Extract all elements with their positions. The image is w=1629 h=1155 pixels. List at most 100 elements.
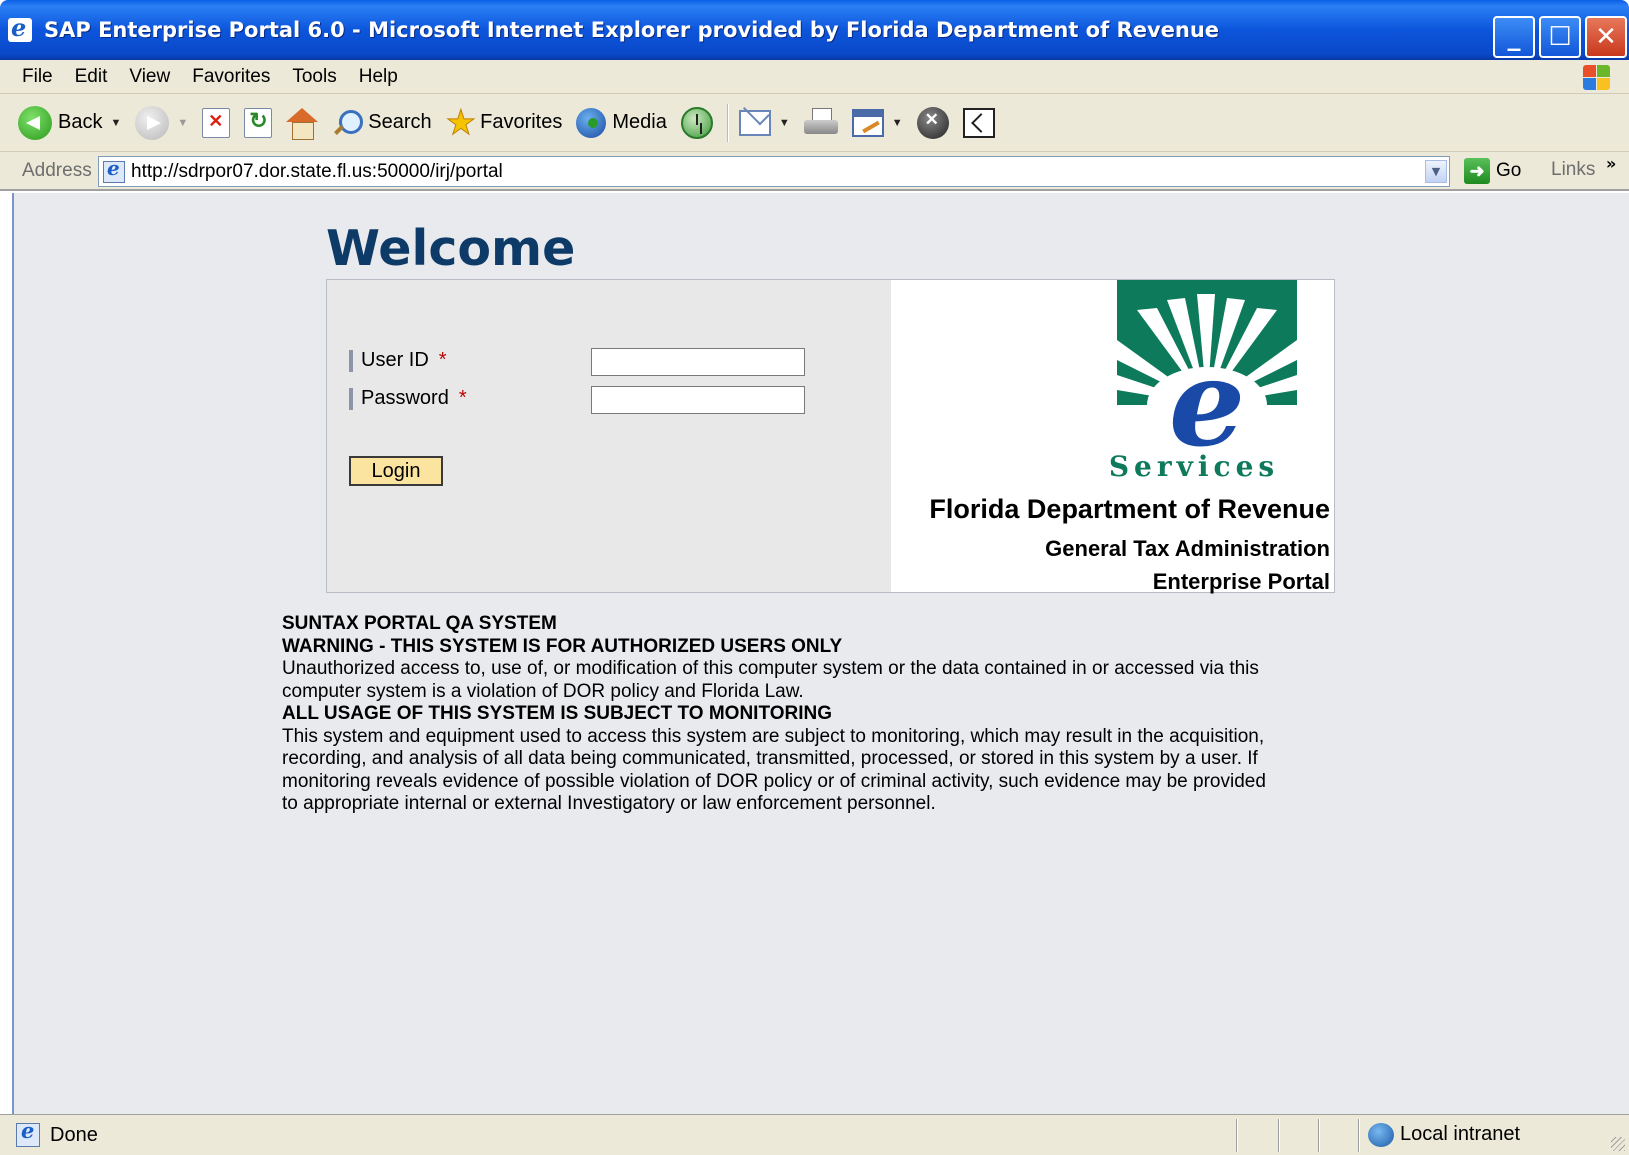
menu-favorites[interactable]: Favorites: [181, 66, 281, 88]
search-label: Search: [368, 111, 432, 133]
status-separator: [1278, 1119, 1280, 1152]
login-form: User ID * Password * Login: [327, 280, 891, 592]
go-button[interactable]: ➜ Go: [1464, 158, 1521, 184]
system-name: SUNTAX PORTAL QA SYSTEM: [282, 613, 557, 634]
home-button[interactable]: [286, 107, 319, 140]
address-input[interactable]: http://sdrpor07.dor.state.fl.us:50000/ir…: [98, 156, 1450, 187]
favorites-label: Favorites: [480, 111, 563, 133]
history-button[interactable]: [680, 106, 713, 139]
menu-help[interactable]: Help: [348, 66, 409, 88]
stop-icon: [202, 107, 231, 138]
address-bar: Address http://sdrpor07.dor.state.fl.us:…: [0, 152, 1629, 191]
print-icon: [803, 107, 838, 138]
menu-tools[interactable]: Tools: [281, 66, 347, 88]
password-row: Password *: [349, 387, 467, 410]
authorized-warning: WARNING - THIS SYSTEM IS FOR AUTHORIZED …: [282, 635, 843, 657]
back-dropdown-icon[interactable]: ▼: [110, 117, 121, 129]
close-button[interactable]: ✕: [1585, 16, 1627, 58]
status-separator: [1236, 1119, 1238, 1152]
search-icon: [332, 108, 364, 138]
menu-file[interactable]: File: [0, 66, 64, 88]
maximize-button[interactable]: ☐: [1539, 16, 1581, 58]
home-icon: [286, 107, 319, 140]
menu-edit[interactable]: Edit: [64, 66, 119, 88]
menu-view[interactable]: View: [118, 66, 181, 88]
forward-arrow-icon: [135, 105, 170, 140]
ie-icon[interactable]: [8, 13, 32, 42]
welcome-heading: Welcome: [326, 220, 576, 277]
notice-text-line: Unauthorized access to, use of, or modif…: [282, 658, 1259, 679]
page-status-icon: [16, 1118, 40, 1147]
status-text: Done: [50, 1123, 98, 1146]
org-portal: Enterprise Portal: [1152, 569, 1330, 594]
edit-dropdown-icon[interactable]: ▼: [892, 117, 903, 129]
required-marker: *: [458, 387, 467, 409]
login-panel: User ID * Password * Login e Services Fl…: [326, 279, 1335, 594]
status-separator: [1358, 1119, 1360, 1152]
address-dropdown-icon[interactable]: ▼: [1425, 160, 1447, 183]
edit-button[interactable]: ▼: [851, 108, 903, 137]
notice-text-line: monitoring reveals evidence of possible …: [282, 770, 1266, 792]
forward-dropdown-icon[interactable]: ▼: [177, 117, 188, 129]
refresh-button[interactable]: [244, 107, 273, 138]
back-arrow-icon: [18, 105, 52, 140]
required-marker: *: [438, 349, 447, 371]
minimize-icon: _: [1507, 22, 1521, 52]
mail-icon: [738, 109, 771, 136]
notice-text-line: This system and equipment used to access…: [282, 725, 1265, 747]
address-url: http://sdrpor07.dor.state.fl.us:50000/ir…: [131, 160, 503, 182]
refresh-icon: [244, 107, 273, 138]
password-input[interactable]: [591, 386, 805, 414]
window-title: SAP Enterprise Portal 6.0 - Microsoft In…: [44, 18, 1220, 42]
mail-dropdown-icon[interactable]: ▼: [779, 117, 790, 129]
windows-logo-icon: [1581, 63, 1611, 91]
forward-button[interactable]: ▼: [135, 105, 188, 140]
close-icon: ✕: [1595, 22, 1617, 52]
minimize-button[interactable]: _: [1493, 16, 1535, 58]
resize-grip[interactable]: [1611, 1137, 1625, 1151]
login-button[interactable]: Login: [349, 456, 443, 486]
edit-icon: [851, 108, 884, 137]
media-icon: [576, 107, 607, 138]
links-chevron-icon[interactable]: »: [1606, 154, 1616, 173]
favorites-star-icon: ★: [445, 103, 477, 142]
media-button[interactable]: Media: [576, 107, 667, 138]
toolbar-separator: [726, 103, 729, 142]
org-name: Florida Department of Revenue: [929, 494, 1330, 524]
org-division: General Tax Administration: [1045, 536, 1330, 561]
go-label: Go: [1496, 160, 1522, 181]
messenger-button[interactable]: [916, 106, 949, 139]
media-label: Media: [612, 111, 667, 133]
user-id-input[interactable]: [591, 348, 805, 376]
go-arrow-icon: ➜: [1464, 158, 1490, 184]
notice-text-line: computer system is a violation of DOR po…: [282, 680, 804, 702]
monitoring-warning: ALL USAGE OF THIS SYSTEM IS SUBJECT TO M…: [282, 703, 832, 724]
eservices-logo-text: Services: [1108, 450, 1280, 483]
notice-text-line: to appropriate internal or external Inve…: [282, 793, 936, 814]
mail-button[interactable]: ▼: [738, 109, 790, 136]
password-label: Password: [361, 387, 449, 409]
print-button[interactable]: [803, 107, 838, 138]
field-marker: [349, 387, 353, 410]
back-label: Back: [58, 111, 103, 133]
title-bar: SAP Enterprise Portal 6.0 - Microsoft In…: [0, 0, 1629, 60]
intranet-zone-icon: [1368, 1123, 1394, 1147]
user-id-label: User ID: [361, 349, 429, 371]
toolbar: Back ▼ ▼ Search ★ Favorites Media ▼ ▼: [0, 94, 1629, 152]
stop-button[interactable]: [202, 107, 231, 138]
research-icon: [962, 107, 995, 138]
favorites-button[interactable]: ★ Favorites: [445, 103, 563, 142]
status-separator: [1318, 1119, 1320, 1152]
address-label: Address: [22, 159, 92, 181]
messenger-icon: [916, 106, 949, 139]
search-button[interactable]: Search: [332, 108, 432, 138]
maximize-icon: ☐: [1548, 22, 1572, 52]
back-button[interactable]: Back ▼: [18, 105, 121, 140]
field-marker: [349, 349, 353, 372]
links-button[interactable]: Links: [1551, 159, 1595, 181]
page-content: Welcome User ID * Password * Login e Ser…: [12, 193, 1629, 1114]
menu-bar: File Edit View Favorites Tools Help: [0, 60, 1629, 94]
security-zone[interactable]: Local intranet: [1400, 1123, 1520, 1146]
research-button[interactable]: [962, 107, 995, 138]
window-controls: _ ☐ ✕: [1493, 16, 1627, 58]
